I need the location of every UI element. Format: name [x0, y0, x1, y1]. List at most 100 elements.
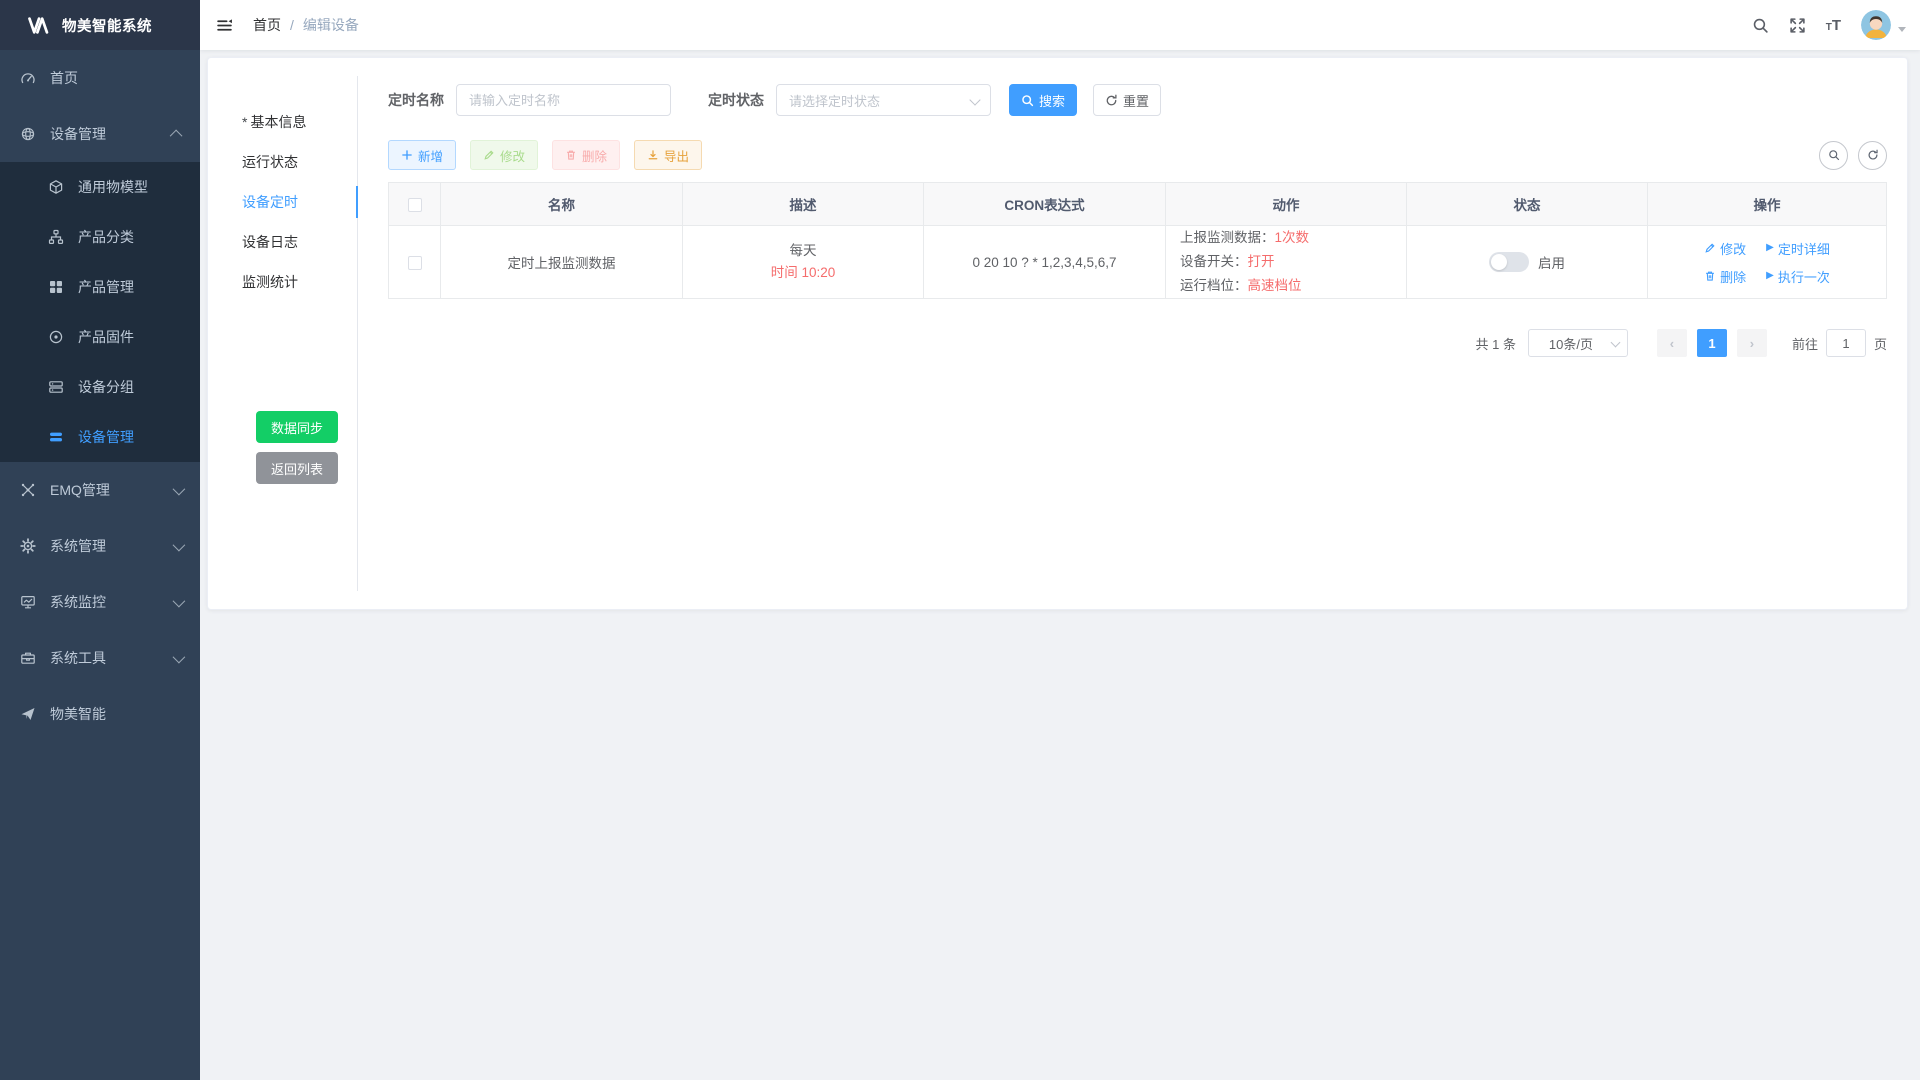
- collapse-sidebar-icon[interactable]: [200, 17, 247, 34]
- sidebar-item-system-management[interactable]: 系统管理: [0, 518, 200, 574]
- monitor-icon: [20, 594, 36, 610]
- top-navbar: 首页 / 编辑设备 TT: [200, 0, 1920, 50]
- next-page-button[interactable]: ›: [1737, 329, 1767, 357]
- goto-page-input[interactable]: [1826, 329, 1866, 357]
- toolbox-icon: [20, 650, 36, 666]
- total-count: 共 1 条: [1476, 334, 1516, 353]
- search-icon: [1021, 94, 1034, 107]
- tab-monitor-stats[interactable]: 监测统计: [228, 262, 357, 302]
- sidebar-item-product-management[interactable]: 产品管理: [0, 262, 200, 312]
- dashboard-icon: [20, 70, 36, 86]
- sidebar-item-label: 通用物模型: [78, 177, 148, 197]
- row-delete-link[interactable]: 删除: [1704, 267, 1746, 286]
- sitemap-icon: [48, 229, 64, 245]
- timer-status-select[interactable]: 请选择定时状态: [776, 84, 991, 116]
- chevron-up-icon: [170, 129, 183, 142]
- breadcrumb-current: 编辑设备: [303, 15, 359, 35]
- edit-button[interactable]: 修改: [470, 140, 538, 170]
- sidebar-item-device-group[interactable]: 设备分组: [0, 362, 200, 412]
- user-menu[interactable]: [1861, 10, 1906, 40]
- required-mark: *: [242, 114, 247, 130]
- tab-basic-info[interactable]: *基本信息: [228, 102, 357, 142]
- sidebar-item-label: 产品分类: [78, 227, 134, 247]
- table-row: 定时上报监测数据 每天 时间 10:20 0 20 10 ? * 1,2,3,4…: [389, 226, 1887, 299]
- data-sync-button[interactable]: 数据同步: [256, 411, 338, 443]
- sidebar-item-label: 系统监控: [50, 592, 106, 612]
- device-submenu: 通用物模型 产品分类 产品管理: [0, 162, 200, 462]
- table-header-row: 名称 描述 CRON表达式 动作 状态 操作: [389, 183, 1887, 226]
- reset-button[interactable]: 重置: [1093, 84, 1161, 116]
- row-actions: 上报监测数据：1次数 设备开关：打开 运行档位：高速档位: [1166, 226, 1407, 299]
- table-toolbar: 新增 修改 删除 导出: [388, 140, 1887, 170]
- logo[interactable]: 物美智能系统: [0, 0, 200, 50]
- goto-label: 前往: [1792, 334, 1818, 353]
- sidebar-item-system-tools[interactable]: 系统工具: [0, 630, 200, 686]
- sidebar-item-device-management-sub[interactable]: 设备管理: [0, 412, 200, 462]
- header-search-icon[interactable]: [1752, 17, 1769, 34]
- sidebar-item-product-category[interactable]: 产品分类: [0, 212, 200, 262]
- page-number-1[interactable]: 1: [1697, 329, 1727, 357]
- edit-pen-icon: [483, 149, 495, 161]
- col-name: 名称: [441, 183, 683, 226]
- page-unit-label: 页: [1874, 334, 1887, 353]
- add-button[interactable]: 新增: [388, 140, 456, 170]
- col-status: 状态: [1407, 183, 1648, 226]
- row-checkbox[interactable]: [408, 256, 422, 270]
- toggle-search-icon[interactable]: [1819, 141, 1848, 170]
- back-to-list-button[interactable]: 返回列表: [256, 452, 338, 484]
- sidebar-item-label: 产品管理: [78, 277, 134, 297]
- sidebar-item-emq-management[interactable]: EMQ管理: [0, 462, 200, 518]
- sidebar-item-system-monitor[interactable]: 系统监控: [0, 574, 200, 630]
- plus-icon: [401, 149, 413, 161]
- row-edit-link[interactable]: 修改: [1704, 239, 1746, 258]
- status-toggle[interactable]: [1489, 252, 1529, 272]
- sidebar-item-wumei-smart[interactable]: 物美智能: [0, 686, 200, 742]
- timer-name-input[interactable]: [456, 84, 671, 116]
- avatar[interactable]: [1861, 10, 1891, 40]
- server-group-icon: [48, 379, 64, 395]
- search-button[interactable]: 搜索: [1009, 84, 1077, 116]
- sidebar-item-label: 系统管理: [50, 536, 106, 556]
- fullscreen-icon[interactable]: [1789, 17, 1806, 34]
- chevron-down-icon: [1611, 338, 1621, 348]
- row-run-once-link[interactable]: ▶ 执行一次: [1766, 267, 1830, 286]
- col-operate: 操作: [1648, 183, 1887, 226]
- caret-right-icon: ▶: [1766, 243, 1774, 253]
- nodes-icon: [20, 482, 36, 498]
- sidebar-item-thing-model[interactable]: 通用物模型: [0, 162, 200, 212]
- action-line: 运行档位：高速档位: [1180, 274, 1392, 298]
- sidebar-item-home[interactable]: 首页: [0, 50, 200, 106]
- breadcrumb-home[interactable]: 首页: [253, 15, 281, 35]
- col-action: 动作: [1166, 183, 1407, 226]
- tab-running-status[interactable]: 运行状态: [228, 142, 357, 182]
- table-tools: [1819, 141, 1887, 170]
- action-line: 上报监测数据：1次数: [1180, 226, 1392, 250]
- export-button[interactable]: 导出: [634, 140, 702, 170]
- query-form: 定时名称 定时状态 请选择定时状态 搜索: [388, 84, 1887, 116]
- breadcrumb: 首页 / 编辑设备: [253, 15, 359, 35]
- prev-page-button[interactable]: ‹: [1657, 329, 1687, 357]
- tab-device-log[interactable]: 设备日志: [228, 222, 357, 262]
- sidebar-item-label: 首页: [50, 68, 78, 88]
- download-icon: [647, 149, 659, 161]
- sidebar-item-product-firmware[interactable]: 产品固件: [0, 312, 200, 362]
- sidebar-item-label: 设备管理: [50, 124, 106, 144]
- header-actions: TT: [1752, 10, 1920, 40]
- font-size-icon[interactable]: TT: [1826, 18, 1841, 33]
- logo-mark-icon: [26, 16, 52, 35]
- action-line: 设备开关：打开: [1180, 250, 1392, 274]
- page-size-select[interactable]: 10条/页: [1528, 329, 1628, 357]
- sidebar-item-label: 系统工具: [50, 648, 106, 668]
- breadcrumb-separator: /: [290, 17, 294, 33]
- chevron-down-icon: [173, 482, 186, 495]
- refresh-table-icon[interactable]: [1858, 141, 1887, 170]
- tab-device-timer[interactable]: 设备定时: [228, 182, 357, 222]
- device-tabs: *基本信息 运行状态 设备定时 设备日志 监测统计 数据同步 返回列表: [228, 76, 358, 591]
- delete-button[interactable]: 删除: [552, 140, 620, 170]
- row-status: 启用: [1407, 226, 1648, 299]
- sidebar-item-device-management[interactable]: 设备管理: [0, 106, 200, 162]
- select-all-checkbox[interactable]: [408, 198, 422, 212]
- row-timer-detail-link[interactable]: ▶ 定时详细: [1766, 239, 1830, 258]
- grid-icon: [48, 279, 64, 295]
- sidebar: 物美智能系统 首页 设备管理: [0, 0, 200, 1080]
